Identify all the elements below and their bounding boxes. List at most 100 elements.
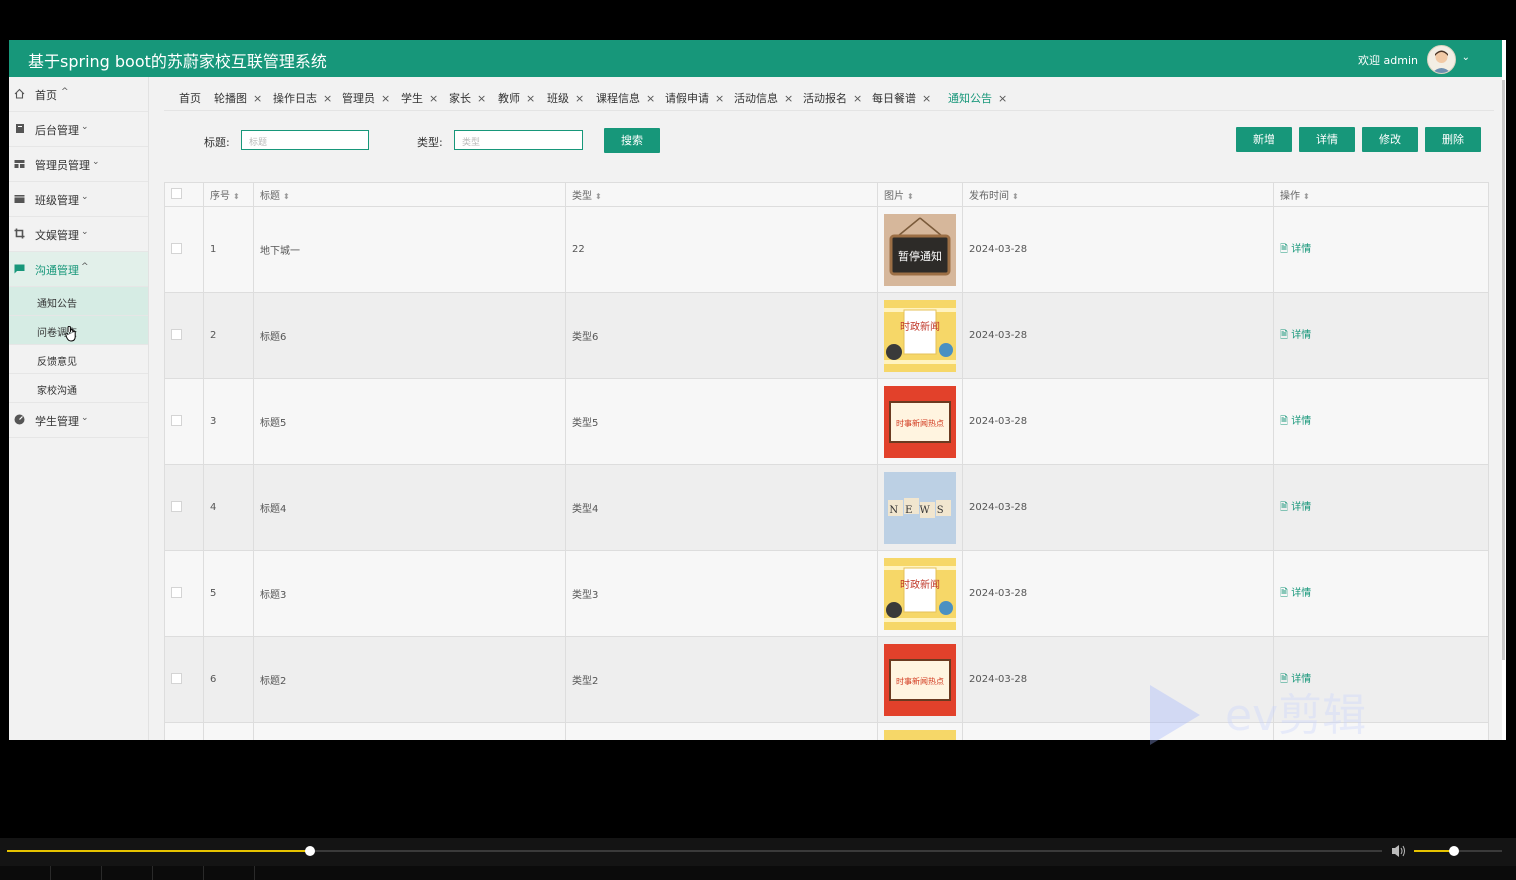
select-all-checkbox[interactable]: [171, 187, 182, 199]
detail-link[interactable]: 🗎 详情: [1280, 502, 1311, 513]
volume-slider[interactable]: [1414, 846, 1502, 856]
sidebar-item-entertainment[interactable]: 文娱管理 ⌄: [9, 217, 148, 252]
close-icon[interactable]: ×: [323, 92, 332, 105]
detail-link[interactable]: 🗎 详情: [1280, 244, 1311, 255]
add-button[interactable]: 新增: [1236, 127, 1292, 152]
seek-bar[interactable]: [7, 846, 1382, 856]
tab-class[interactable]: 班级 ×: [547, 90, 584, 106]
avatar[interactable]: [1427, 45, 1456, 74]
row-checkbox[interactable]: [171, 500, 182, 512]
sidebar-item-class[interactable]: 班级管理 ⌄: [9, 182, 148, 217]
hot-news-thumbnail: 时事新闻热点: [884, 643, 956, 716]
sort-icon[interactable]: ⬍: [283, 192, 290, 201]
chevron-down-icon[interactable]: ⌄: [1462, 52, 1470, 63]
close-icon[interactable]: ×: [998, 92, 1007, 105]
close-icon[interactable]: ×: [253, 92, 262, 105]
column-header[interactable]: 标题 ⬍: [253, 182, 566, 207]
close-icon[interactable]: ×: [477, 92, 486, 105]
cursor-icon: [65, 326, 76, 342]
detail-link[interactable]: 🗎 详情: [1280, 588, 1311, 599]
seek-handle[interactable]: [304, 846, 315, 856]
sort-icon[interactable]: ⬍: [595, 192, 602, 201]
sidebar-item-label: 学生管理: [35, 415, 79, 428]
tab-carousel[interactable]: 轮播图 ×: [214, 90, 262, 106]
row-image[interactable]: 时事新闻热点: [877, 378, 963, 465]
sort-icon[interactable]: ⬍: [1303, 192, 1310, 201]
row-operation[interactable]: 🗎 详情: [1273, 550, 1489, 637]
submenu-item-notice[interactable]: 通知公告: [9, 287, 148, 316]
row-time: 2024-03-28: [962, 206, 1274, 293]
row-operation[interactable]: 🗎 详情: [1273, 292, 1489, 379]
submenu-item-feedback[interactable]: 反馈意见: [9, 345, 148, 374]
close-icon[interactable]: ×: [526, 92, 535, 105]
sort-icon[interactable]: ⬍: [907, 192, 914, 201]
close-icon[interactable]: ×: [784, 92, 793, 105]
close-icon[interactable]: ×: [715, 92, 724, 105]
tab-student[interactable]: 学生 ×: [401, 90, 438, 106]
column-header[interactable]: 类型 ⬍: [565, 182, 878, 207]
scrollbar[interactable]: [1502, 40, 1506, 740]
column-header[interactable]: 发布时间 ⬍: [962, 182, 1274, 207]
row-image[interactable]: 时事新闻热点: [877, 636, 963, 723]
row-number: 5: [203, 550, 254, 637]
row-checkbox[interactable]: [171, 586, 182, 598]
detail-link[interactable]: 🗎 详情: [1280, 330, 1311, 341]
column-header[interactable]: 序号 ⬍: [203, 182, 254, 207]
row-number: 4: [203, 464, 254, 551]
search-button[interactable]: 搜索: [604, 128, 660, 153]
tab-admin[interactable]: 管理员 ×: [342, 90, 390, 106]
type-input[interactable]: 类型: [454, 130, 583, 150]
row-operation[interactable]: 🗎 详情: [1273, 206, 1489, 293]
row-checkbox[interactable]: [171, 414, 182, 426]
tab-course[interactable]: 课程信息 ×: [596, 90, 655, 106]
tab-notice[interactable]: 通知公告 ×: [948, 90, 1007, 106]
sidebar-item-admin[interactable]: 管理员管理 ⌄: [9, 147, 148, 182]
tab-oplog[interactable]: 操作日志 ×: [273, 90, 332, 106]
close-icon[interactable]: ×: [429, 92, 438, 105]
row-operation[interactable]: 🗎 详情: [1273, 464, 1489, 551]
row-operation[interactable]: 🗎 详情: [1273, 378, 1489, 465]
close-icon[interactable]: ×: [646, 92, 655, 105]
detail-button[interactable]: 详情: [1299, 127, 1355, 152]
sort-icon[interactable]: ⬍: [233, 192, 240, 201]
tab-activity[interactable]: 活动信息 ×: [734, 90, 793, 106]
detail-link[interactable]: 🗎 详情: [1280, 416, 1311, 427]
title-input[interactable]: 标题: [241, 130, 369, 150]
chat-icon: [14, 263, 25, 274]
close-icon[interactable]: ×: [381, 92, 390, 105]
delete-button[interactable]: 删除: [1425, 127, 1481, 152]
select-all-cell[interactable]: [164, 182, 204, 207]
tab-home[interactable]: 首页: [179, 90, 201, 106]
volume-handle[interactable]: [1448, 846, 1459, 856]
edit-button[interactable]: 修改: [1362, 127, 1418, 152]
row-type: 22: [565, 206, 878, 293]
close-icon[interactable]: ×: [922, 92, 931, 105]
row-image[interactable]: 时政新闻: [877, 292, 963, 379]
sort-icon[interactable]: ⬍: [1012, 192, 1019, 201]
row-image[interactable]: NEWS: [877, 464, 963, 551]
tab-teacher[interactable]: 教师 ×: [498, 90, 535, 106]
close-icon[interactable]: ×: [575, 92, 584, 105]
sidebar-item-home[interactable]: 首页 ^: [9, 77, 148, 112]
volume-icon[interactable]: [1391, 844, 1407, 858]
table-icon: [14, 158, 25, 169]
tab-leave[interactable]: 请假申请 ×: [665, 90, 724, 106]
sidebar-item-backend[interactable]: 后台管理 ⌄: [9, 112, 148, 147]
submenu-item-survey[interactable]: 问卷调查: [9, 316, 148, 345]
submenu-item-home-school[interactable]: 家校沟通: [9, 374, 148, 403]
row-checkbox[interactable]: [171, 672, 182, 684]
close-icon[interactable]: ×: [853, 92, 862, 105]
tab-parent[interactable]: 家长 ×: [449, 90, 486, 106]
sidebar-item-communication[interactable]: 沟通管理 ^: [9, 252, 148, 287]
tab-signup[interactable]: 活动报名 ×: [803, 90, 862, 106]
tab-menu[interactable]: 每日餐谱 ×: [872, 90, 931, 106]
row-image[interactable]: 暂停通知: [877, 206, 963, 293]
column-header[interactable]: 操作 ⬍: [1273, 182, 1489, 207]
column-header[interactable]: 图片 ⬍: [877, 182, 963, 207]
welcome-text: 欢迎 admin: [1358, 54, 1418, 67]
row-checkbox[interactable]: [171, 242, 182, 254]
tab-divider: [164, 110, 1494, 111]
sidebar-item-student[interactable]: 学生管理 ⌄: [9, 403, 148, 438]
row-image[interactable]: 时政新闻: [877, 550, 963, 637]
row-checkbox[interactable]: [171, 328, 182, 340]
